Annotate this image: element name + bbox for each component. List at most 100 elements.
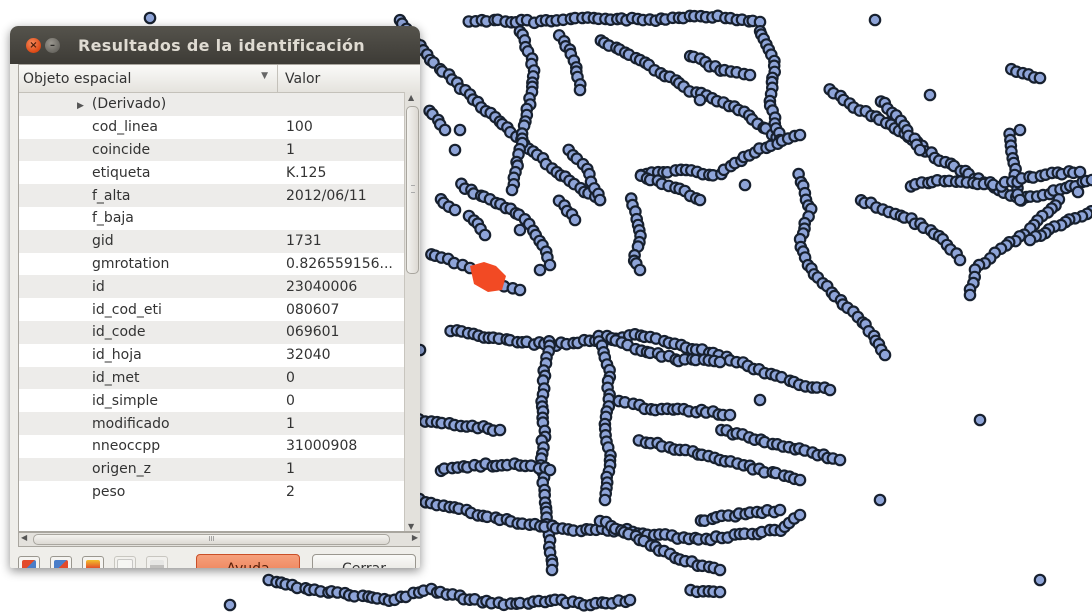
table-row[interactable]: id_hoja 32040 — [19, 344, 420, 367]
copy-icon — [117, 559, 133, 568]
printer-icon — [150, 560, 164, 568]
river-point — [533, 263, 547, 277]
dialog-toolbar: Ayuda Cerrar — [10, 552, 420, 568]
river-point — [1013, 123, 1027, 137]
attribute-value: 32040 — [286, 347, 331, 364]
table-row[interactable]: id_code 069601 — [19, 320, 420, 344]
attribute-value: 0 — [286, 369, 295, 386]
table-row[interactable]: origen_z 1 — [19, 457, 420, 481]
identify-results-dialog: × – Resultados de la identificación Obje… — [10, 26, 420, 568]
attribute-name: cod_linea — [92, 119, 158, 136]
table-row[interactable]: modificado 1 — [19, 412, 420, 435]
close-button[interactable]: Cerrar — [312, 554, 416, 568]
river-point — [1073, 165, 1087, 179]
river-point — [973, 413, 987, 427]
table-row[interactable]: gid 1731 — [19, 229, 420, 253]
attribute-name: etiqueta — [92, 164, 151, 181]
river-point — [1023, 233, 1037, 247]
river-point — [693, 193, 707, 207]
river-point — [545, 563, 559, 577]
collapse-all-button[interactable] — [50, 556, 72, 568]
tree-row-derived[interactable]: ▶ (Derivado) — [19, 93, 420, 116]
river-point — [868, 13, 882, 27]
table-row[interactable]: id_cod_eti 080607 — [19, 298, 420, 321]
table-row[interactable]: etiqueta K.125 — [19, 161, 420, 184]
table-row[interactable]: f_baja — [19, 207, 420, 230]
expand-all-button[interactable] — [18, 556, 40, 568]
copy-attributes-button[interactable] — [114, 556, 136, 568]
river-point — [1013, 193, 1027, 207]
window-title: Resultados de la identificación — [78, 35, 365, 55]
table-row[interactable]: gmrotation 0.826559156... — [19, 253, 420, 276]
river-point — [873, 493, 887, 507]
vertical-scrollbar[interactable]: ▲ ▼ — [404, 92, 420, 531]
collapse-tree-icon — [54, 560, 68, 568]
river-point — [963, 288, 977, 302]
river-point — [223, 598, 237, 612]
river-point — [513, 223, 527, 237]
river-point — [743, 68, 757, 82]
river-point — [953, 253, 967, 267]
river-point — [513, 283, 527, 297]
attribute-value: 31000908 — [286, 438, 358, 455]
table-row[interactable]: nneoccpp 31000908 — [19, 435, 420, 458]
minimize-window-icon[interactable]: – — [45, 37, 60, 53]
title-bar[interactable]: × – Resultados de la identificación — [10, 26, 420, 64]
river-point — [593, 193, 607, 207]
expand-tree-icon — [22, 560, 36, 568]
derived-label: (Derivado) — [91, 96, 167, 113]
table-row[interactable]: f_alta 2012/06/11 — [19, 184, 420, 207]
river-point — [623, 593, 637, 607]
attribute-value: 080607 — [286, 301, 340, 318]
column-header-feature[interactable]: Objeto espacial ▼ — [19, 65, 278, 92]
horizontal-scroll-thumb[interactable]: III — [33, 534, 390, 545]
river-point — [1085, 173, 1092, 187]
vertical-scroll-thumb[interactable] — [406, 106, 419, 274]
river-point — [543, 258, 557, 272]
river-point — [823, 383, 837, 397]
river-point — [568, 213, 582, 227]
river-point — [713, 355, 727, 369]
table-row[interactable]: id_simple 0 — [19, 389, 420, 412]
river-point — [448, 143, 462, 157]
results-icon — [86, 560, 100, 568]
table-row[interactable]: cod_linea 100 — [19, 116, 420, 139]
river-point — [923, 88, 937, 102]
river-point — [453, 123, 467, 137]
help-button[interactable]: Ayuda — [196, 554, 300, 568]
print-button[interactable] — [146, 556, 168, 568]
attribute-value: 23040006 — [286, 278, 358, 295]
horizontal-scrollbar[interactable]: ◀ III ▶ — [18, 532, 420, 547]
scroll-down-icon[interactable]: ▼ — [408, 522, 414, 531]
expand-arrow-icon[interactable]: ▶ — [77, 101, 84, 111]
river-point — [633, 263, 647, 277]
table-row[interactable]: id_met 0 — [19, 366, 420, 390]
attribute-value: 1 — [286, 461, 295, 478]
table-row[interactable]: peso 2 — [19, 481, 420, 504]
scroll-right-icon[interactable]: ▶ — [412, 533, 418, 542]
attribute-value: 1731 — [286, 233, 322, 250]
attribute-name: id_cod_eti — [92, 301, 162, 318]
column-header-value[interactable]: Valor — [278, 65, 403, 92]
results-tree[interactable]: Objeto espacial ▼ Valor ▶ (Derivado) cod_… — [18, 64, 420, 532]
attribute-value: 2 — [286, 483, 295, 500]
scroll-up-icon[interactable]: ▲ — [408, 93, 414, 102]
table-row[interactable]: id 23040006 — [19, 275, 420, 299]
river-point — [713, 563, 727, 577]
sort-down-icon: ▼ — [261, 71, 268, 81]
attribute-name: gmrotation — [92, 255, 170, 272]
attribute-value: K.125 — [286, 164, 327, 181]
expand-new-results-button[interactable] — [82, 556, 104, 568]
river-point — [1071, 185, 1085, 199]
river-point — [1033, 573, 1047, 587]
attribute-name: f_baja — [92, 210, 134, 227]
river-point — [773, 503, 787, 517]
attribute-name: id_code — [92, 324, 146, 341]
table-row[interactable]: coincide 1 — [19, 138, 420, 162]
river-point — [723, 408, 737, 422]
scroll-left-icon[interactable]: ◀ — [21, 533, 27, 542]
attribute-name: modificado — [92, 415, 170, 432]
attribute-name: f_alta — [92, 187, 131, 204]
attribute-name: coincide — [92, 141, 151, 158]
close-window-icon[interactable]: × — [26, 37, 41, 53]
